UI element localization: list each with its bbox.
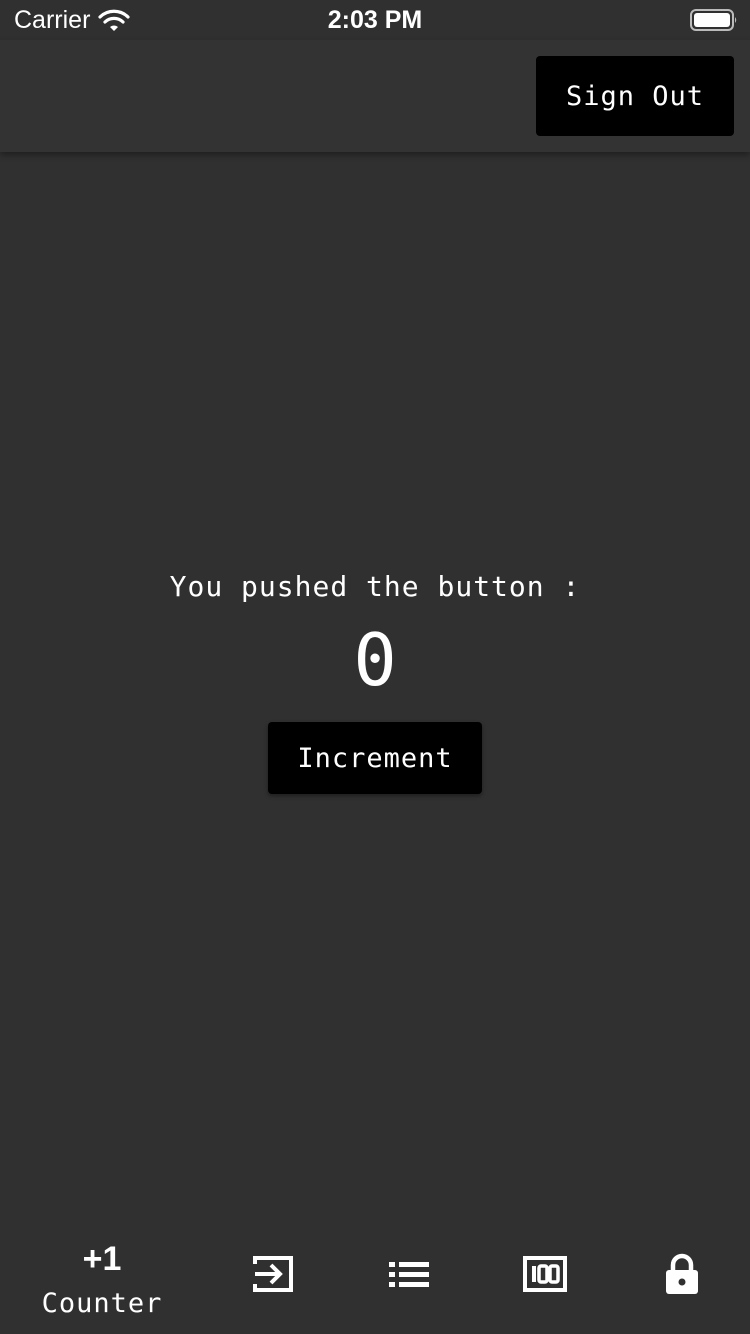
bottom-navigation: +1 Counter xyxy=(0,1226,750,1334)
app-screen: Carrier 2:03 PM Sign Out You pushed the … xyxy=(0,0,750,1334)
nav-item-list[interactable] xyxy=(367,1226,447,1334)
increment-button[interactable]: Increment xyxy=(268,722,482,794)
battery-icon xyxy=(690,9,737,31)
app-bar: Sign Out xyxy=(0,40,750,152)
scoreboard-100-icon xyxy=(523,1256,567,1292)
counter-value: 0 xyxy=(353,618,397,702)
list-icon xyxy=(389,1262,429,1287)
push-count-prompt: You pushed the button : xyxy=(169,570,581,603)
login-icon xyxy=(253,1256,293,1292)
nav-item-counter[interactable]: +1 Counter xyxy=(30,1226,174,1334)
sign-out-button[interactable]: Sign Out xyxy=(536,56,734,136)
nav-item-lock[interactable] xyxy=(640,1226,720,1334)
lock-icon xyxy=(666,1253,698,1294)
nav-label-counter: Counter xyxy=(41,1288,163,1319)
plus-one-icon: +1 xyxy=(82,1240,122,1278)
nav-item-login[interactable] xyxy=(231,1226,311,1334)
status-bar: Carrier 2:03 PM xyxy=(0,0,750,40)
status-time: 2:03 PM xyxy=(327,6,423,34)
nav-item-scoreboard[interactable] xyxy=(503,1226,583,1334)
